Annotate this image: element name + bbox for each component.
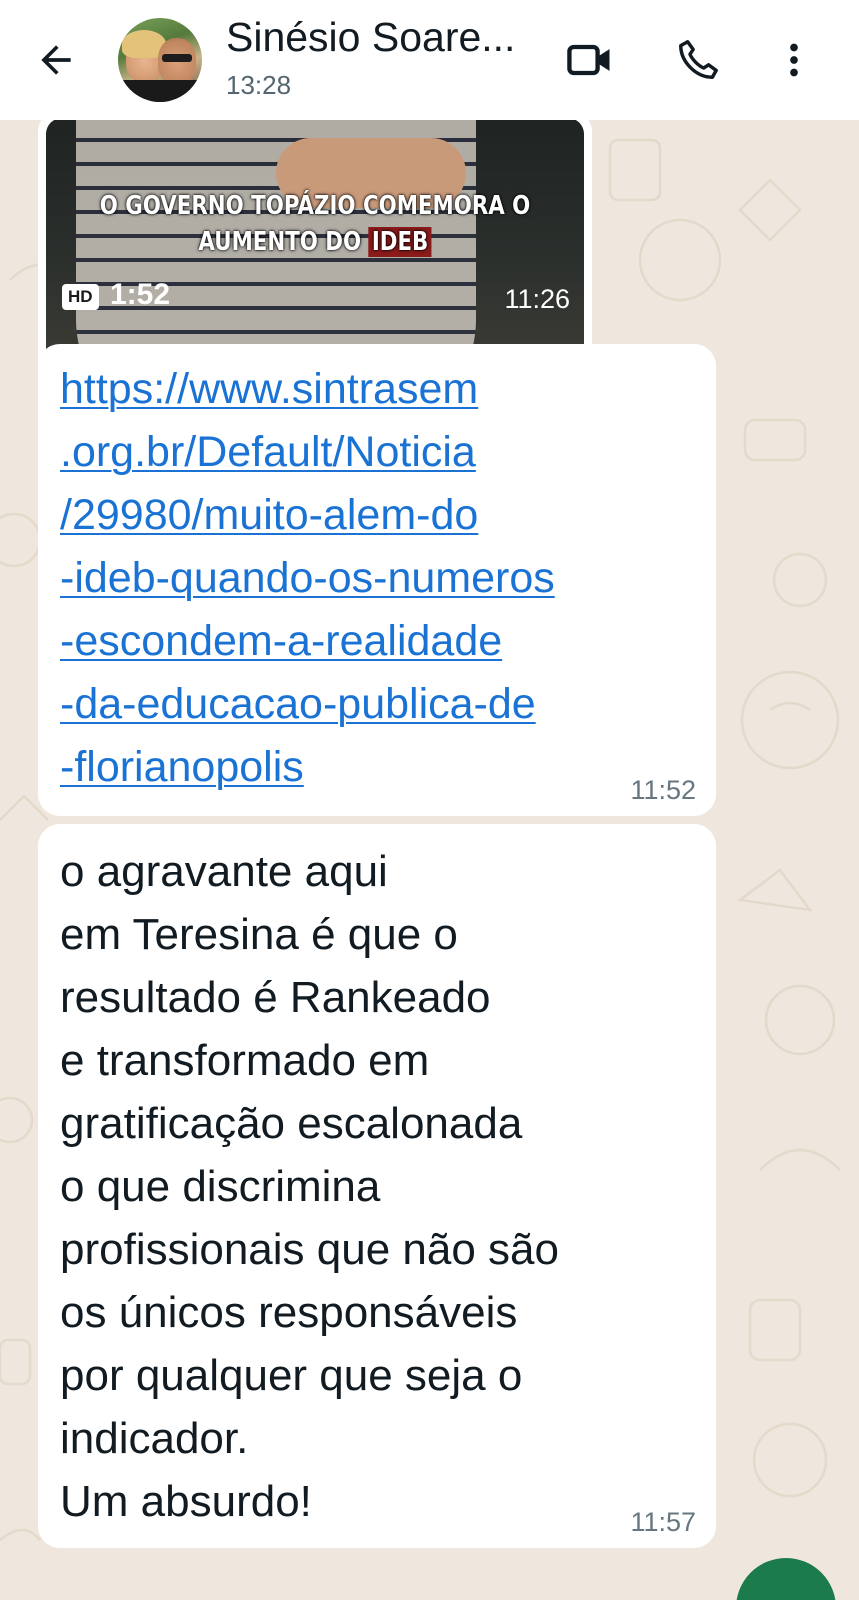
chat-header: Sinésio Soare... 13:28	[0, 0, 859, 120]
message-time: 11:57	[630, 1507, 696, 1537]
message-text: o agravante aqui em Teresina é que o res…	[60, 847, 559, 1526]
text-message: o agravante aqui em Teresina é que o res…	[38, 824, 716, 1548]
video-caption: O GOVERNO TOPÁZIO COMEMORA O AUMENTO DO …	[99, 191, 531, 257]
contact-name[interactable]: Sinésio Soare...	[226, 14, 515, 61]
avatar[interactable]	[118, 18, 202, 102]
voice-call-button[interactable]	[668, 30, 728, 90]
chat-area[interactable]: O GOVERNO TOPÁZIO COMEMORA O AUMENTO DO …	[0, 120, 859, 1600]
hd-badge: HD	[62, 284, 99, 310]
phone-call-icon	[679, 40, 718, 79]
video-call-icon	[567, 44, 610, 76]
more-options-icon	[790, 43, 798, 77]
message-time: 11:26	[504, 284, 570, 314]
back-button[interactable]	[30, 34, 82, 86]
video-call-button[interactable]	[560, 30, 620, 90]
message-link[interactable]: https://www.sintrasem .org.br/Default/No…	[60, 358, 694, 799]
back-arrow-icon	[41, 45, 71, 75]
video-duration: 1:52	[110, 278, 171, 311]
contact-status: 13:28	[226, 70, 292, 100]
message-time: 11:52	[630, 775, 696, 805]
link-message: https://www.sintrasem .org.br/Default/No…	[38, 344, 716, 816]
more-options-button[interactable]	[764, 30, 824, 90]
